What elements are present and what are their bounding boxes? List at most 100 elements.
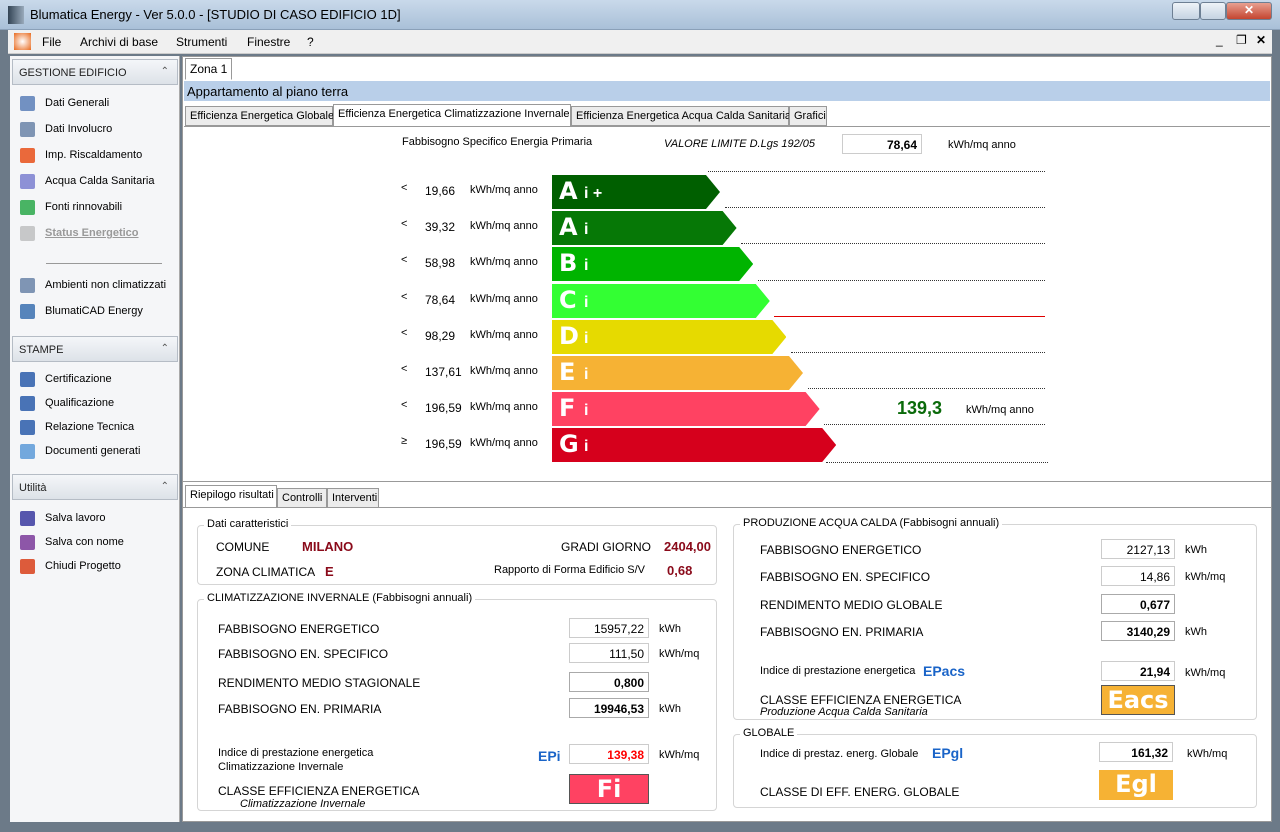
tab-zona-1[interactable]: Zona 1 bbox=[185, 58, 233, 80]
maximize-button[interactable] bbox=[1200, 2, 1226, 20]
document-icon bbox=[20, 95, 35, 111]
class-letter: A bbox=[559, 213, 578, 241]
sidebar-item-certificazione[interactable]: Certificazione bbox=[20, 370, 112, 388]
mdi-minimize-button[interactable]: _ bbox=[1216, 33, 1223, 47]
word-doc-icon bbox=[20, 371, 35, 387]
sidebar-item-qualificazione[interactable]: Qualificazione bbox=[20, 394, 114, 412]
chevron-up-icon[interactable]: ⌃ bbox=[161, 66, 169, 77]
class-unit: kWh/mq anno bbox=[470, 365, 538, 377]
sidebar-section-1[interactable]: STAMPE ⌃ bbox=[12, 336, 178, 362]
ep-value-field: 21,94 bbox=[1101, 661, 1175, 681]
dati-caratteristici-group: Dati caratteristici COMUNE MILANO ZONA CLIM… bbox=[197, 518, 717, 585]
energy-class-bar: Gi bbox=[552, 428, 837, 462]
menu-file[interactable]: File bbox=[42, 35, 61, 49]
close-button[interactable]: ✕ bbox=[1226, 2, 1272, 20]
class-operator: < bbox=[401, 327, 408, 339]
ep-unit: kWh/mq bbox=[659, 749, 700, 761]
chevron-up-icon[interactable]: ⌃ bbox=[161, 481, 169, 492]
class-letter: C bbox=[559, 286, 577, 314]
row-value-field: 19946,53 bbox=[569, 698, 649, 718]
scale-heading: Fabbisogno Specifico Energia Primaria bbox=[402, 136, 593, 148]
class-operator: ≥ bbox=[401, 435, 408, 447]
bottom-tab-1[interactable]: Controlli bbox=[277, 488, 327, 508]
sidebar-item-dati-involucro[interactable]: Dati Involucro bbox=[20, 120, 112, 138]
class-subscript: i bbox=[584, 221, 589, 238]
menu-finestre[interactable]: Finestre bbox=[247, 35, 290, 49]
tab-2[interactable]: Efficienza Energetica Acqua Calda Sanita… bbox=[571, 106, 791, 126]
tab-3[interactable]: Grafici bbox=[789, 106, 827, 126]
word-doc-icon bbox=[20, 395, 35, 411]
chevron-up-icon[interactable]: ⌃ bbox=[161, 343, 169, 354]
class-divider-line bbox=[708, 171, 1045, 172]
limit-label: VALORE LIMITE D.Lgs 192/05 bbox=[664, 138, 816, 150]
row-value-field: 111,50 bbox=[569, 643, 649, 663]
class-operator: < bbox=[401, 399, 408, 411]
title-bar: Blumatica Energy - Ver 5.0.0 - [STUDIO D… bbox=[0, 0, 1280, 30]
index-label: Indice di prestazione energetica bbox=[760, 665, 916, 677]
class-unit: kWh/mq anno bbox=[470, 256, 538, 268]
class-threshold: 98,29 bbox=[425, 329, 456, 343]
sidebar-item-dati-generali[interactable]: Dati Generali bbox=[20, 94, 109, 112]
sidebar-item-label: BlumatiCAD Energy bbox=[45, 305, 143, 317]
sidebar-item-salva-con-nome[interactable]: Salva con nome bbox=[20, 533, 124, 551]
row-value-field: 0,800 bbox=[569, 672, 649, 692]
class-sublabel: Climatizzazione Invernale bbox=[240, 798, 366, 810]
current-value: 139,3 bbox=[897, 398, 943, 418]
mdi-restore-button[interactable]: ❐ bbox=[1236, 33, 1247, 47]
minimize-button[interactable] bbox=[1172, 2, 1200, 20]
sidebar-item-fonti-rinnovabili[interactable]: Fonti rinnovabili bbox=[20, 198, 122, 216]
sidebar-item-chiudi-progetto[interactable]: Chiudi Progetto bbox=[20, 557, 121, 575]
class-label: CLASSE EFFICIENZA ENERGETICA bbox=[760, 693, 962, 707]
sidebar-item-label: Qualificazione bbox=[45, 397, 115, 409]
flame-icon bbox=[20, 147, 35, 163]
class-divider-line bbox=[741, 243, 1045, 244]
sidebar-item-ambienti-non-climatizzati[interactable]: Ambienti non climatizzati bbox=[20, 276, 166, 294]
row-value-field: 14,86 bbox=[1101, 566, 1175, 586]
ep-symbol: EPgl bbox=[932, 745, 964, 761]
class-threshold: 58,98 bbox=[425, 256, 456, 270]
row-unit: kWh bbox=[1185, 626, 1207, 638]
sidebar-item-documenti-generati[interactable]: Documenti generati bbox=[20, 442, 140, 460]
main-panel: Zona 1 Appartamento al piano terra Effic… bbox=[182, 56, 1272, 822]
app-menu-icon[interactable] bbox=[14, 33, 31, 50]
sidebar-item-label: Relazione Tecnica bbox=[45, 421, 135, 433]
class-unit: kWh/mq anno bbox=[470, 184, 538, 196]
comune-label: COMUNE bbox=[216, 540, 270, 554]
tab-1[interactable]: Efficienza Energetica Climatizzazione In… bbox=[333, 104, 571, 127]
row-label: FABBISOGNO ENERGETICO bbox=[760, 543, 922, 557]
globale-group: GLOBALE Indice di prestaz. energ. Globale… bbox=[733, 727, 1257, 808]
sidebar-item-label: Imp. Riscaldamento bbox=[45, 149, 143, 161]
tab-0[interactable]: Efficienza Energetica Globale bbox=[185, 106, 334, 126]
sv-value: 0,68 bbox=[667, 563, 693, 578]
sidebar-item-acqua-calda-sanitaria[interactable]: Acqua Calda Sanitaria bbox=[20, 172, 154, 190]
bottom-tab-2[interactable]: Interventi bbox=[327, 488, 379, 508]
bottom-tab-0[interactable]: Riepilogo risultati bbox=[185, 485, 277, 508]
mdi-close-button[interactable]: ✕ bbox=[1256, 33, 1266, 47]
gradi-giorno-label: GRADI GIORNO bbox=[561, 540, 652, 554]
energy-class-bar: Ai + bbox=[552, 175, 720, 209]
sidebar-item-imp-riscaldamento[interactable]: Imp. Riscaldamento bbox=[20, 146, 142, 164]
sidebar-item-relazione-tecnica[interactable]: Relazione Tecnica bbox=[20, 418, 134, 436]
index-label: Indice di prestaz. energ. Globale bbox=[760, 748, 919, 760]
sidebar-section-0[interactable]: GESTIONE EDIFICIO ⌃ bbox=[12, 59, 178, 85]
sidebar-item-salva-lavoro[interactable]: Salva lavoro bbox=[20, 509, 106, 527]
menu-archivi[interactable]: Archivi di base bbox=[80, 35, 158, 49]
sidebar: GESTIONE EDIFICIO ⌃ Dati Generali Dati Invo… bbox=[10, 56, 180, 822]
sidebar-item-blumaticad-energy[interactable]: BlumatiCAD Energy bbox=[20, 302, 143, 320]
class-threshold: 196,59 bbox=[425, 437, 462, 451]
acqua-calda-group: PRODUZIONE ACQUA CALDA (Fabbisogni annua… bbox=[733, 517, 1257, 720]
row-unit: kWh/mq bbox=[1185, 571, 1226, 583]
menu-strumenti[interactable]: Strumenti bbox=[176, 35, 227, 49]
menu-help[interactable]: ? bbox=[307, 35, 314, 49]
battery-icon bbox=[20, 199, 35, 215]
limit-unit: kWh/mq anno bbox=[948, 139, 1016, 151]
gradi-giorno-value: 2404,00 bbox=[664, 539, 711, 554]
sidebar-item-label: Dati Involucro bbox=[45, 123, 113, 135]
status-icon bbox=[20, 225, 35, 241]
menu-bar: File Archivi di base Strumenti Finestre … bbox=[8, 30, 1272, 54]
ep-unit: kWh/mq bbox=[1185, 667, 1226, 679]
class-unit: kWh/mq anno bbox=[470, 220, 538, 232]
sidebar-section-2[interactable]: Utilità ⌃ bbox=[12, 474, 178, 500]
group-title: GLOBALE bbox=[740, 727, 798, 739]
zona-value: E bbox=[325, 564, 334, 579]
